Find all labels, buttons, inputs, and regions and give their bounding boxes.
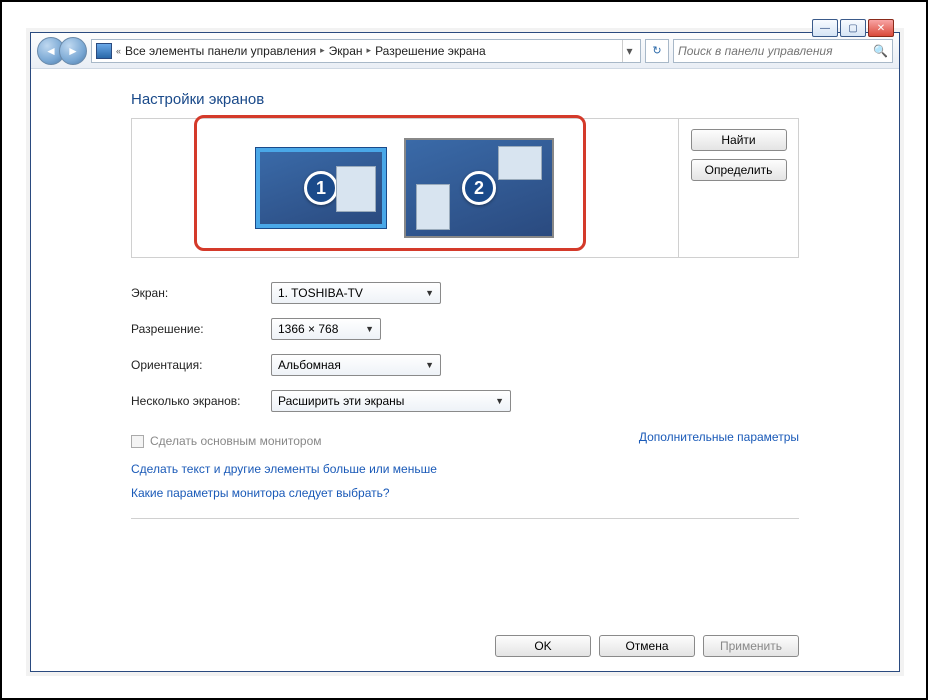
apply-button[interactable]: Применить bbox=[703, 635, 799, 657]
monitor-preview-panel: 1 2 Найти Определить bbox=[131, 118, 799, 258]
advanced-settings-link[interactable]: Дополнительные параметры bbox=[639, 430, 799, 444]
display-settings: Экран: 1. TOSHIBA-TV ▼ Разрешение: 1366 … bbox=[131, 282, 799, 412]
breadcrumb-item-screen[interactable]: Экран bbox=[329, 44, 363, 58]
orientation-label: Ориентация: bbox=[131, 358, 271, 372]
control-panel-icon bbox=[96, 43, 112, 59]
help-links: Сделать текст и другие элементы больше и… bbox=[131, 462, 799, 519]
breadcrumb-dropdown[interactable]: ▾ bbox=[622, 40, 636, 62]
make-primary-checkbox[interactable] bbox=[131, 435, 144, 448]
ok-button[interactable]: OK bbox=[495, 635, 591, 657]
chevron-down-icon: ▼ bbox=[425, 288, 434, 298]
multi-screens-value: Расширить эти экраны bbox=[278, 394, 404, 408]
breadcrumb-prefix: « bbox=[114, 46, 123, 56]
breadcrumb[interactable]: « Все элементы панели управления ▸ Экран… bbox=[91, 39, 641, 63]
refresh-button[interactable]: ↻ bbox=[645, 39, 669, 63]
cancel-button[interactable]: Отмена bbox=[599, 635, 695, 657]
monitor-2-number: 2 bbox=[462, 171, 496, 205]
which-params-link[interactable]: Какие параметры монитора следует выбрать… bbox=[131, 486, 799, 500]
multi-screens-dropdown[interactable]: Расширить эти экраны ▼ bbox=[271, 390, 511, 412]
make-primary-label: Сделать основным монитором bbox=[150, 434, 322, 448]
search-box[interactable]: 🔍 bbox=[673, 39, 893, 63]
chevron-right-icon: ▸ bbox=[365, 45, 374, 56]
content-area: Настройки экранов 1 2 Найти bbox=[31, 69, 899, 621]
screen-value: 1. TOSHIBA-TV bbox=[278, 286, 363, 300]
find-button[interactable]: Найти bbox=[691, 129, 787, 151]
resolution-value: 1366 × 768 bbox=[278, 322, 338, 336]
control-panel-window: ◄ ► « Все элементы панели управления ▸ Э… bbox=[30, 32, 900, 672]
dialog-buttons: OK Отмена Применить bbox=[31, 621, 899, 671]
chevron-right-icon: ▸ bbox=[318, 45, 327, 56]
detect-button[interactable]: Определить bbox=[691, 159, 787, 181]
forward-button[interactable]: ► bbox=[59, 37, 87, 65]
screen-dropdown[interactable]: 1. TOSHIBA-TV ▼ bbox=[271, 282, 441, 304]
maximize-button[interactable]: ▢ bbox=[840, 19, 866, 37]
search-input[interactable] bbox=[678, 44, 869, 58]
monitor-1[interactable]: 1 bbox=[256, 148, 386, 228]
window-controls: — ▢ ✕ bbox=[812, 19, 894, 37]
chevron-down-icon: ▼ bbox=[425, 360, 434, 370]
close-button[interactable]: ✕ bbox=[868, 19, 894, 37]
breadcrumb-item-resolution[interactable]: Разрешение экрана bbox=[375, 44, 486, 58]
resolution-dropdown[interactable]: 1366 × 768 ▼ bbox=[271, 318, 381, 340]
breadcrumb-item-all[interactable]: Все элементы панели управления bbox=[125, 44, 316, 58]
orientation-value: Альбомная bbox=[278, 358, 341, 372]
text-size-link[interactable]: Сделать текст и другие элементы больше и… bbox=[131, 462, 799, 476]
multi-screens-label: Несколько экранов: bbox=[131, 394, 271, 408]
minimize-button[interactable]: — bbox=[812, 19, 838, 37]
monitor-2[interactable]: 2 bbox=[404, 138, 554, 238]
monitor-1-number: 1 bbox=[304, 171, 338, 205]
address-bar-row: ◄ ► « Все элементы панели управления ▸ Э… bbox=[31, 33, 899, 69]
search-icon: 🔍 bbox=[873, 44, 888, 58]
nav-buttons: ◄ ► bbox=[37, 37, 87, 65]
orientation-dropdown[interactable]: Альбомная ▼ bbox=[271, 354, 441, 376]
preview-side-buttons: Найти Определить bbox=[678, 119, 798, 257]
resolution-label: Разрешение: bbox=[131, 322, 271, 336]
screen-label: Экран: bbox=[131, 286, 271, 300]
make-primary-row: Сделать основным монитором bbox=[131, 434, 322, 448]
monitor-preview[interactable]: 1 2 bbox=[132, 119, 678, 257]
chevron-down-icon: ▼ bbox=[365, 324, 374, 334]
page-title: Настройки экранов bbox=[131, 91, 799, 108]
chevron-down-icon: ▼ bbox=[495, 396, 504, 406]
